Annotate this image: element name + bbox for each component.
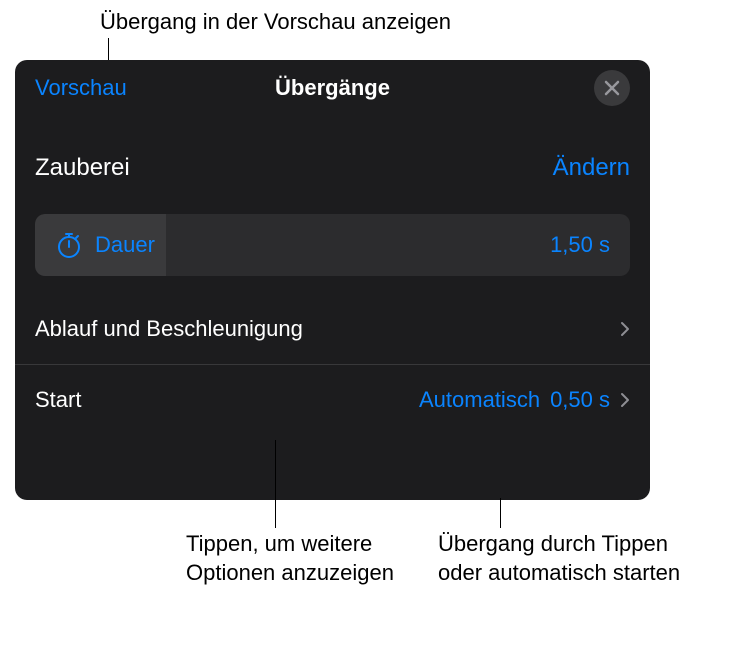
timer-icon bbox=[55, 231, 83, 259]
callout-start: Übergang durch Tippen oder automatisch s… bbox=[438, 530, 698, 587]
close-icon bbox=[604, 80, 620, 96]
row-right bbox=[620, 321, 630, 337]
effect-name: Zauberei bbox=[35, 154, 130, 182]
effect-row: Zauberei Ändern bbox=[15, 134, 650, 204]
start-mode: Automatisch bbox=[419, 387, 540, 413]
preview-button[interactable]: Vorschau bbox=[35, 75, 127, 101]
duration-content: Dauer 1,50 s bbox=[35, 231, 630, 259]
chevron-right-icon bbox=[620, 392, 630, 408]
callout-line bbox=[500, 498, 501, 528]
close-button[interactable] bbox=[594, 70, 630, 106]
duration-slider[interactable]: Dauer 1,50 s bbox=[35, 214, 630, 276]
duration-label: Dauer bbox=[95, 232, 155, 258]
start-label: Start bbox=[35, 387, 81, 413]
callout-options: Tippen, um weitere Optionen anzuzeigen bbox=[186, 530, 406, 587]
panel-header: Vorschau Übergänge bbox=[15, 60, 650, 116]
callout-line bbox=[275, 440, 276, 528]
start-row[interactable]: Start Automatisch 0,50 s bbox=[15, 365, 650, 435]
delivery-label: Ablauf und Beschleunigung bbox=[35, 316, 303, 342]
callout-preview: Übergang in der Vorschau anzeigen bbox=[100, 8, 451, 37]
start-right: Automatisch 0,50 s bbox=[419, 387, 630, 413]
duration-left: Dauer bbox=[55, 231, 155, 259]
delivery-row[interactable]: Ablauf und Beschleunigung bbox=[15, 294, 650, 365]
transitions-panel: Vorschau Übergänge Zauberei Ändern Dauer bbox=[15, 60, 650, 500]
change-button[interactable]: Ändern bbox=[553, 154, 630, 182]
duration-value: 1,50 s bbox=[550, 232, 610, 258]
panel-title: Übergänge bbox=[275, 75, 390, 101]
start-time: 0,50 s bbox=[550, 387, 610, 413]
chevron-right-icon bbox=[620, 321, 630, 337]
